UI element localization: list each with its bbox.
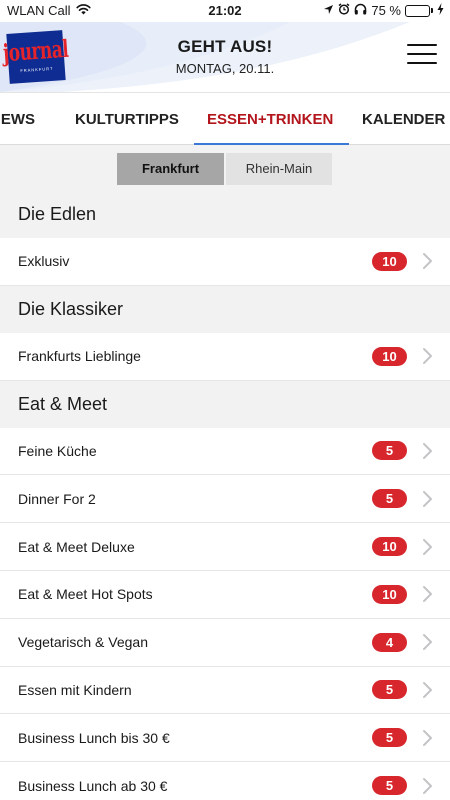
list-item[interactable]: Dinner For 2 5 [0,475,450,524]
chevron-right-icon [422,777,433,795]
list-item[interactable]: Business Lunch bis 30 € 5 [0,714,450,763]
list-item-label: Vegetarisch & Vegan [18,634,148,651]
segment-frankfurt[interactable]: Frankfurt [117,153,224,185]
status-right: 75 % [323,3,444,18]
tab-essen-trinken[interactable]: ESSEN+TRINKEN [207,93,333,146]
headphones-icon [354,3,367,18]
alarm-icon [338,3,350,18]
tab-kulturtipps[interactable]: KULTURTIPPS [75,93,179,146]
category-tabs: NEWS KULTURTIPPS ESSEN+TRINKEN KALENDER [0,92,450,145]
section-header: Die Edlen [0,191,450,238]
list-item[interactable]: Vegetarisch & Vegan 4 [0,618,450,667]
list-item-label: Dinner For 2 [18,490,96,507]
count-badge: 10 [372,251,407,271]
hamburger-menu-icon[interactable] [407,44,437,64]
active-tab-indicator [194,143,349,145]
tab-news[interactable]: NEWS [0,93,35,146]
list-item-label: Business Lunch ab 30 € [18,777,168,794]
count-badge: 10 [372,584,407,604]
section-header: Eat & Meet [0,380,450,428]
section-header: Die Klassiker [0,285,450,333]
count-badge: 5 [372,441,407,461]
count-badge: 4 [372,632,407,652]
list-item[interactable]: Business Lunch ab 30 € 5 [0,762,450,800]
list-item[interactable]: Exklusiv 10 [0,238,450,286]
battery-percent: 75 % [371,3,401,18]
count-badge: 10 [372,537,407,557]
chevron-right-icon [422,252,433,270]
header-title: GEHT AUS! [177,37,273,56]
chevron-right-icon [422,681,433,699]
count-badge: 5 [372,776,407,796]
count-badge: 5 [372,728,407,748]
count-badge: 5 [372,680,407,700]
list-item-label: Feine Küche [18,442,97,459]
list-item[interactable]: Frankfurts Lieblinge 10 [0,332,450,381]
chevron-right-icon [422,442,433,460]
chevron-right-icon [422,347,433,365]
header-date: MONTAG, 20.11. [175,61,275,76]
list-item-label: Eat & Meet Deluxe [18,538,135,555]
app-screen: WLAN Call 21:02 75 % journal FRANKFURT G… [0,0,450,800]
chevron-right-icon [422,633,433,651]
list-item-label: Frankfurts Lieblinge [18,348,141,365]
count-badge: 10 [372,346,407,366]
region-segment-control: Frankfurt Rhein-Main [0,146,450,191]
list-item[interactable]: Feine Küche 5 [0,427,450,476]
list-item-label: Exklusiv [18,253,70,270]
tab-kalender[interactable]: KALENDER [362,93,445,146]
status-bar: WLAN Call 21:02 75 % [0,0,450,22]
list-item[interactable]: Eat & Meet Deluxe 10 [0,523,450,571]
chevron-right-icon [422,729,433,747]
charging-icon [437,3,444,18]
chevron-right-icon [422,585,433,603]
list-item[interactable]: Essen mit Kindern 5 [0,666,450,715]
list-item-label: Essen mit Kindern [18,681,132,698]
list-item[interactable]: Eat & Meet Hot Spots 10 [0,570,450,619]
segment-rhein-main[interactable]: Rhein-Main [226,153,332,185]
list-item-label: Business Lunch bis 30 € [18,729,170,746]
category-list: Die Edlen Exklusiv 10 Die Klassiker Frankfur… [0,191,450,800]
chevron-right-icon [422,490,433,508]
battery-icon [405,4,433,17]
chevron-right-icon [422,538,433,556]
count-badge: 5 [372,489,407,509]
list-item-label: Eat & Meet Hot Spots [18,586,153,603]
app-header: journal FRANKFURT GEHT AUS! MONTAG, 20.1… [0,22,450,92]
location-icon [323,3,334,18]
